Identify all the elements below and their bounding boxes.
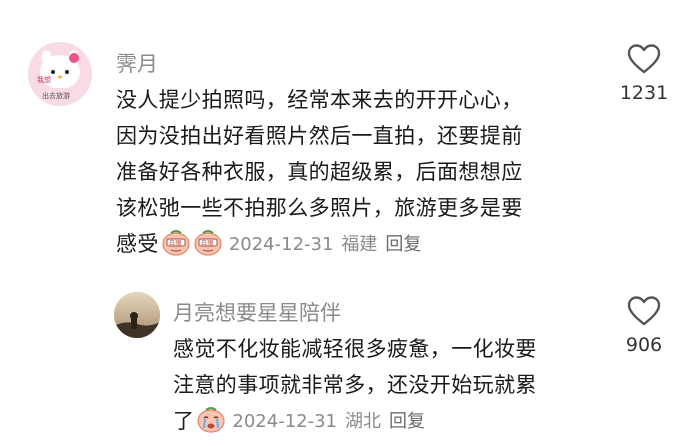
comment-line: 注意的事项就非常多，还没开始玩就累 [173, 373, 537, 397]
peach-emoji-icon: 白眼 [194, 230, 222, 256]
peach-emoji-icon: 白眼 [162, 230, 190, 256]
comment-meta: 2024-12-31 湖北 回复 [232, 404, 433, 440]
like-button[interactable]: 1231 [614, 44, 674, 104]
comment-username[interactable]: 月亮想要星星陪伴 [173, 297, 341, 327]
comment-line: 因为没拍出好看照片然后一直拍，还要提前 [116, 124, 523, 148]
svg-text:白眼: 白眼 [169, 239, 182, 247]
avatar[interactable] [114, 292, 160, 338]
heart-icon [627, 296, 661, 326]
like-button[interactable]: 906 [614, 296, 674, 356]
svg-text:我想: 我想 [37, 75, 51, 84]
avatar-image [114, 292, 160, 338]
comment-date: 2024-12-31 [228, 234, 334, 255]
comment-meta: 2024-12-31 福建 回复 [229, 227, 430, 263]
comment-line: 该松弛一些不拍那么多照片，旅游更多是要 [116, 196, 523, 220]
svg-text:出去旅游: 出去旅游 [42, 91, 70, 100]
avatar-image: 我想 出去旅游 [28, 42, 92, 106]
comment-line: 没人提少拍照吗，经常本来去的开开心心， [116, 88, 523, 112]
heart-icon [627, 44, 661, 74]
svg-text:白眼: 白眼 [201, 239, 214, 247]
comment-line: 了 [173, 409, 195, 433]
reply-button[interactable]: 回复 [385, 234, 421, 255]
like-count: 1231 [619, 82, 669, 104]
comment-body: 没人提少拍照吗，经常本来去的开开心心， 因为没拍出好看照片然后一直拍，还要提前 … [116, 82, 523, 263]
comment-username[interactable]: 霁月 [116, 48, 158, 78]
comment-last-line: 了 2024-12-31 湖北 回复 [173, 403, 537, 440]
comment-date: 2024-12-31 [232, 411, 338, 432]
comment-line: 感觉不化妆能减轻很多疲惫，一化妆要 [173, 337, 537, 361]
comment-body: 感觉不化妆能减轻很多疲惫，一化妆要 注意的事项就非常多，还没开始玩就累 了 20… [173, 331, 537, 440]
comment-line: 准备好各种衣服，真的超级累，后面想想应 [116, 160, 523, 184]
avatar[interactable]: 我想 出去旅游 [28, 42, 92, 106]
comment-location: 福建 [341, 234, 378, 255]
comment-last-line: 感受 白眼 白眼 2024-12-31 福建 回复 [116, 226, 523, 263]
reply-button[interactable]: 回复 [389, 411, 425, 432]
like-count: 906 [625, 334, 663, 356]
comment-line: 感受 [116, 232, 159, 256]
comment-location: 湖北 [345, 411, 382, 432]
crying-peach-emoji-icon [197, 407, 226, 433]
